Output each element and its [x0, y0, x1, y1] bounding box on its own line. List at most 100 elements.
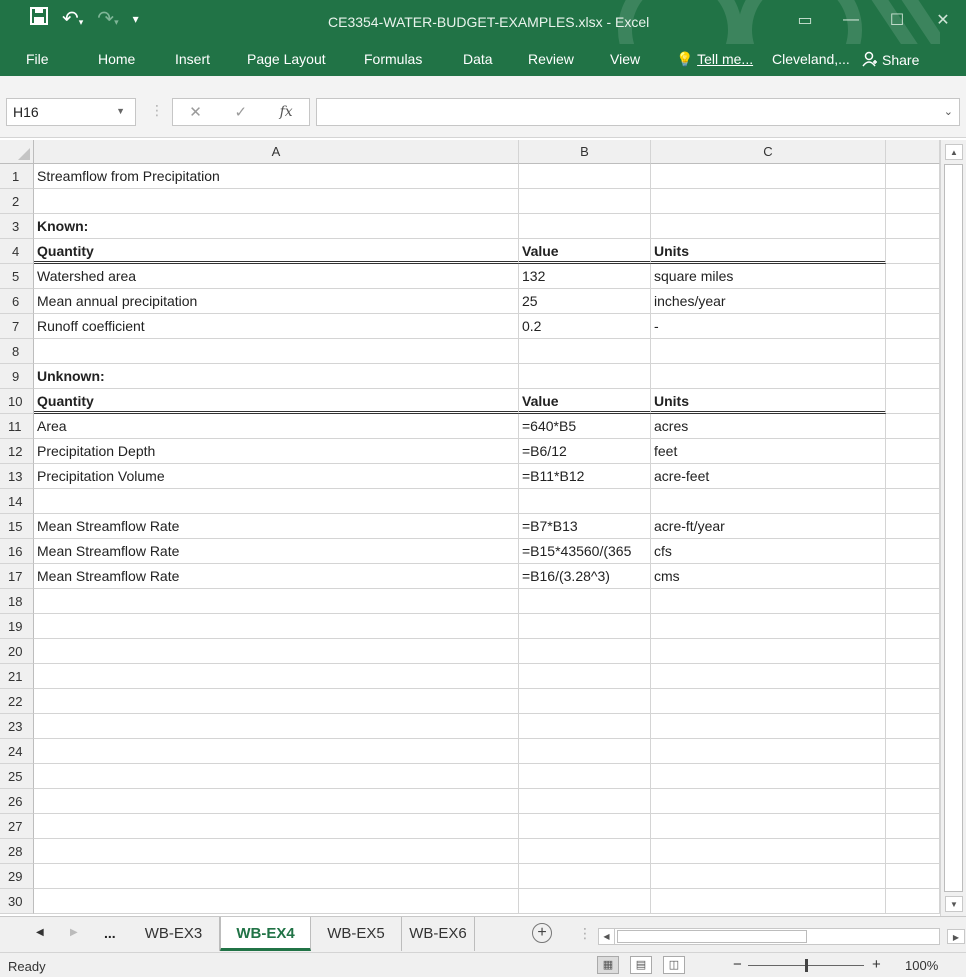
tab-home[interactable]: Home — [98, 51, 135, 67]
cell-b29[interactable] — [519, 864, 651, 889]
row-header[interactable]: 13 — [0, 464, 34, 489]
cell-d26[interactable] — [886, 789, 940, 814]
cell-b4[interactable]: Value — [519, 239, 651, 264]
scroll-left-icon[interactable]: ◀ — [599, 929, 615, 944]
cell-c22[interactable] — [651, 689, 886, 714]
cell-a23[interactable] — [34, 714, 519, 739]
cell-a30[interactable] — [34, 889, 519, 914]
scroll-down-icon[interactable]: ▼ — [945, 896, 963, 912]
chevron-down-icon[interactable]: ▼ — [116, 106, 125, 116]
cell-b1[interactable] — [519, 164, 651, 189]
cell-c9[interactable] — [651, 364, 886, 389]
cell-b10[interactable]: Value — [519, 389, 651, 414]
cell-d15[interactable] — [886, 514, 940, 539]
cell-a25[interactable] — [34, 764, 519, 789]
cell-b18[interactable] — [519, 589, 651, 614]
cell-d20[interactable] — [886, 639, 940, 664]
page-layout-view-icon[interactable]: ▤ — [630, 956, 652, 974]
tab-review[interactable]: Review — [528, 51, 574, 67]
sheet-tab-wb-ex3[interactable]: WB-EX3 — [128, 917, 220, 951]
cell-d12[interactable] — [886, 439, 940, 464]
cell-b16[interactable]: =B15*43560/(365 — [519, 539, 651, 564]
cell-d7[interactable] — [886, 314, 940, 339]
cell-a11[interactable]: Area — [34, 414, 519, 439]
cell-c28[interactable] — [651, 839, 886, 864]
cancel-icon[interactable]: ✕ — [189, 103, 202, 121]
cell-d14[interactable] — [886, 489, 940, 514]
cell-c8[interactable] — [651, 339, 886, 364]
cell-b23[interactable] — [519, 714, 651, 739]
cell-b15[interactable]: =B7*B13 — [519, 514, 651, 539]
row-header[interactable]: 17 — [0, 564, 34, 589]
cell-a28[interactable] — [34, 839, 519, 864]
row-header[interactable]: 30 — [0, 889, 34, 914]
close-icon[interactable]: ✕ — [920, 0, 966, 40]
row-header[interactable]: 25 — [0, 764, 34, 789]
cell-c26[interactable] — [651, 789, 886, 814]
horizontal-scrollbar[interactable]: ◀ ▶ — [598, 928, 965, 945]
cell-d4[interactable] — [886, 239, 940, 264]
row-header[interactable]: 5 — [0, 264, 34, 289]
tab-insert[interactable]: Insert — [175, 51, 210, 67]
row-header[interactable]: 6 — [0, 289, 34, 314]
cell-a8[interactable] — [34, 339, 519, 364]
tab-page-layout[interactable]: Page Layout — [247, 51, 326, 67]
cell-a1[interactable]: Streamflow from Precipitation — [34, 164, 519, 189]
cell-a7[interactable]: Runoff coefficient — [34, 314, 519, 339]
customize-qat-icon[interactable]: ▾ — [133, 12, 139, 26]
expand-formula-bar-icon[interactable]: ⌄ — [944, 105, 953, 118]
cell-d21[interactable] — [886, 664, 940, 689]
tab-file[interactable]: File — [26, 51, 49, 67]
cell-d2[interactable] — [886, 189, 940, 214]
cell-a6[interactable]: Mean annual precipitation — [34, 289, 519, 314]
cell-d29[interactable] — [886, 864, 940, 889]
cell-b27[interactable] — [519, 814, 651, 839]
row-header[interactable]: 16 — [0, 539, 34, 564]
cell-b30[interactable] — [519, 889, 651, 914]
cell-b26[interactable] — [519, 789, 651, 814]
cell-a15[interactable]: Mean Streamflow Rate — [34, 514, 519, 539]
cell-c13[interactable]: acre-feet — [651, 464, 886, 489]
zoom-out-icon[interactable]: − — [733, 956, 742, 973]
cell-a16[interactable]: Mean Streamflow Rate — [34, 539, 519, 564]
cell-c20[interactable] — [651, 639, 886, 664]
cell-b9[interactable] — [519, 364, 651, 389]
sheet-tab-wb-ex4[interactable]: WB-EX4 — [220, 917, 311, 951]
cell-a22[interactable] — [34, 689, 519, 714]
cell-a9[interactable]: Unknown: — [34, 364, 519, 389]
tab-formulas[interactable]: Formulas — [364, 51, 422, 67]
cell-a4[interactable]: Quantity — [34, 239, 519, 264]
cell-b3[interactable] — [519, 214, 651, 239]
page-break-preview-icon[interactable]: ◫ — [663, 956, 685, 974]
cell-b21[interactable] — [519, 664, 651, 689]
cell-a13[interactable]: Precipitation Volume — [34, 464, 519, 489]
row-header[interactable]: 15 — [0, 514, 34, 539]
row-header[interactable]: 28 — [0, 839, 34, 864]
scroll-right-icon[interactable]: ▶ — [947, 929, 965, 944]
cell-c29[interactable] — [651, 864, 886, 889]
sheet-overflow-button[interactable]: ... — [104, 925, 116, 941]
scroll-up-icon[interactable]: ▲ — [945, 144, 963, 160]
cell-b17[interactable]: =B16/(3.28^3) — [519, 564, 651, 589]
cell-a3[interactable]: Known: — [34, 214, 519, 239]
save-icon[interactable] — [30, 7, 48, 30]
cell-a19[interactable] — [34, 614, 519, 639]
cell-c10[interactable]: Units — [651, 389, 886, 414]
cell-d22[interactable] — [886, 689, 940, 714]
cell-a26[interactable] — [34, 789, 519, 814]
cell-c17[interactable]: cms — [651, 564, 886, 589]
cell-c19[interactable] — [651, 614, 886, 639]
row-header[interactable]: 14 — [0, 489, 34, 514]
maximize-icon[interactable]: ☐ — [874, 0, 920, 40]
minimize-icon[interactable]: — — [828, 0, 874, 40]
cell-b7[interactable]: 0.2 — [519, 314, 651, 339]
cell-d19[interactable] — [886, 614, 940, 639]
sheet-tab-wb-ex6[interactable]: WB-EX6 — [402, 917, 475, 951]
cell-a14[interactable] — [34, 489, 519, 514]
cell-c3[interactable] — [651, 214, 886, 239]
tab-data[interactable]: Data — [463, 51, 493, 67]
insert-function-icon[interactable]: fx — [280, 104, 293, 120]
enter-check-icon[interactable]: ✓ — [234, 103, 247, 121]
vertical-scrollbar[interactable]: ▲ ▼ — [940, 140, 966, 916]
cell-c2[interactable] — [651, 189, 886, 214]
